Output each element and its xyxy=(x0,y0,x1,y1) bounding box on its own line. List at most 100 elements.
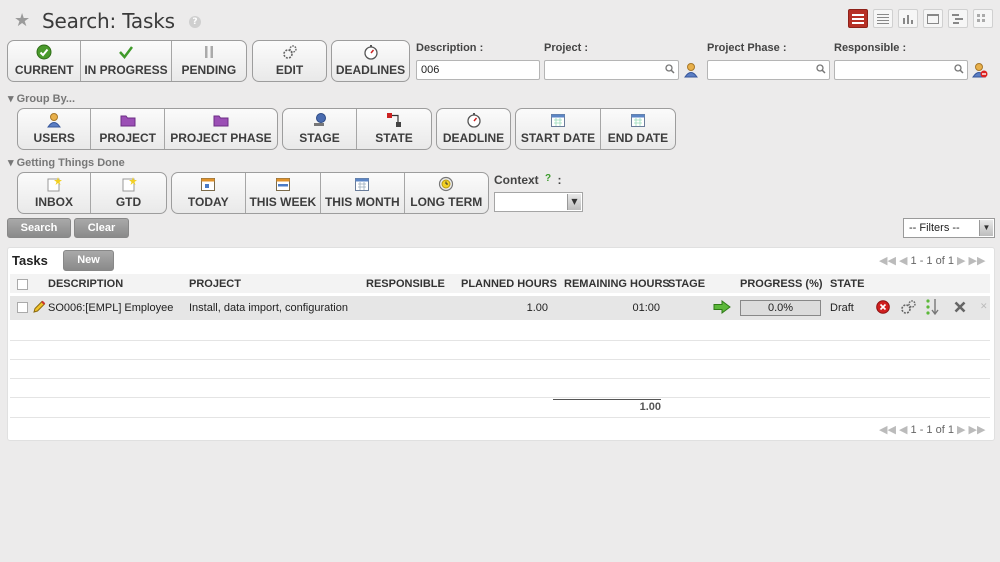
triangle-down-icon: ▾ xyxy=(8,93,17,105)
gtd-group-2: TODAY THIS WEEK THIS MONTH LONG TERM xyxy=(171,172,489,214)
column-planned-hours[interactable]: PLANNED HOURS xyxy=(461,278,557,290)
cancel-circle-icon[interactable] xyxy=(876,300,890,314)
close-icon[interactable] xyxy=(954,301,966,313)
group-by-group-3: DEADLINE xyxy=(436,108,511,150)
next-stage-arrow-icon[interactable] xyxy=(713,300,731,314)
user-avatar-icon[interactable] xyxy=(683,62,699,78)
users-icon xyxy=(47,113,62,128)
gtd-today-button[interactable]: TODAY xyxy=(172,173,246,213)
column-state[interactable]: STATE xyxy=(830,278,864,290)
project-phase-search-icon[interactable] xyxy=(816,64,826,74)
pager-top: ◀◀ ◀ 1 - 1 of 1 ▶ ▶▶ xyxy=(879,254,985,267)
group-by-start-date-button[interactable]: START DATE xyxy=(516,109,601,149)
clear-button[interactable]: Clear xyxy=(74,218,129,238)
pager-text: 1 - 1 of 1 xyxy=(910,255,954,267)
filters-select[interactable]: -- Filters -- ▼ xyxy=(903,218,995,238)
chevron-down-icon[interactable]: ▼ xyxy=(567,194,581,210)
gtd-toggle[interactable]: ▾ Getting Things Done xyxy=(8,156,125,169)
graph-view-button[interactable] xyxy=(898,9,918,28)
total-rule xyxy=(553,399,661,400)
chevron-down-icon[interactable]: ▼ xyxy=(979,220,993,236)
group-by-users-button[interactable]: USERS xyxy=(18,109,92,149)
first-page-icon[interactable]: ◀◀ xyxy=(879,255,896,267)
prev-page-icon[interactable]: ◀ xyxy=(899,424,907,436)
divider xyxy=(10,340,990,341)
search-button[interactable]: Search xyxy=(7,218,71,238)
sort-down-icon[interactable] xyxy=(925,298,942,316)
pager-text: 1 - 1 of 1 xyxy=(910,424,954,436)
calendar-view-button[interactable] xyxy=(923,9,943,28)
row-checkbox[interactable] xyxy=(17,302,28,313)
gtd-inbox-button[interactable]: INBOX xyxy=(18,173,92,213)
form-view-button[interactable] xyxy=(873,9,893,28)
responsible-label: Responsible : xyxy=(834,42,907,54)
gears-icon[interactable] xyxy=(900,299,917,315)
project-phase-label: Project Phase : xyxy=(707,42,787,54)
check-circle-icon xyxy=(36,44,52,60)
user-no-icon[interactable] xyxy=(972,62,988,78)
stamp-icon xyxy=(313,113,326,126)
group-by-end-date-button[interactable]: END DATE xyxy=(601,109,675,149)
select-all-checkbox[interactable] xyxy=(17,279,28,290)
list-view-button[interactable] xyxy=(848,9,868,28)
list-view-icon xyxy=(852,13,864,24)
project-phase-input[interactable] xyxy=(707,60,830,80)
kanban-view-button[interactable] xyxy=(973,9,993,28)
description-input[interactable] xyxy=(416,60,540,80)
help-icon[interactable]: ? xyxy=(189,16,201,28)
group-by-stage-button[interactable]: STAGE xyxy=(283,109,357,149)
filter-in-progress-button[interactable]: IN PROGRESS xyxy=(81,41,172,81)
context-help-icon[interactable]: ? xyxy=(545,173,551,184)
column-project[interactable]: PROJECT xyxy=(189,278,241,290)
pause-icon xyxy=(204,46,213,58)
remove-row-icon[interactable]: ✕ xyxy=(980,302,988,312)
gantt-view-icon xyxy=(952,13,963,24)
column-progress[interactable]: PROGRESS (%) xyxy=(740,278,823,290)
clock-icon xyxy=(439,176,454,192)
responsible-input[interactable] xyxy=(834,60,968,80)
filter-pending-button[interactable]: PENDING xyxy=(172,41,246,81)
filter-current-button[interactable]: CURRENT xyxy=(8,41,82,81)
group-by-project-button[interactable]: PROJECT xyxy=(91,109,165,149)
group-by-deadline-button[interactable]: DEADLINE xyxy=(437,109,510,149)
column-stage[interactable]: STAGE xyxy=(668,278,705,290)
last-page-icon[interactable]: ▶▶ xyxy=(969,424,986,436)
responsible-search-icon[interactable] xyxy=(954,64,964,74)
calendar-view-icon xyxy=(927,13,939,24)
filter-deadlines-button[interactable]: DEADLINES xyxy=(332,41,409,81)
favorite-star-icon[interactable]: ★ xyxy=(14,10,30,32)
folder-icon xyxy=(213,115,229,127)
filter-edit-button[interactable]: EDIT xyxy=(253,41,326,81)
context-select[interactable]: ▼ xyxy=(494,192,583,212)
checkmark-icon xyxy=(119,46,134,59)
project-search-icon[interactable] xyxy=(665,64,675,74)
gantt-view-button[interactable] xyxy=(948,9,968,28)
column-remaining-hours[interactable]: REMAINING HOURS xyxy=(564,278,670,290)
progress-bar: 0.0% xyxy=(740,300,821,316)
last-page-icon[interactable]: ▶▶ xyxy=(969,255,986,267)
edit-filter-group: EDIT xyxy=(252,40,327,82)
next-page-icon[interactable]: ▶ xyxy=(957,424,965,436)
new-button[interactable]: New xyxy=(63,250,114,271)
pencil-edit-icon[interactable] xyxy=(32,300,46,314)
divider xyxy=(10,417,990,418)
group-by-project-phase-button[interactable]: PROJECT PHASE xyxy=(165,109,277,149)
group-by-toggle[interactable]: ▾ Group By... xyxy=(8,92,75,105)
prev-page-icon[interactable]: ◀ xyxy=(899,255,907,267)
group-by-state-button[interactable]: STATE xyxy=(357,109,431,149)
gtd-long-term-button[interactable]: LONG TERM xyxy=(405,173,488,213)
column-description[interactable]: DESCRIPTION xyxy=(48,278,123,290)
stopwatch-icon xyxy=(363,45,378,60)
gtd-gtd-button[interactable]: GTD xyxy=(91,173,166,213)
project-input[interactable] xyxy=(544,60,679,80)
column-responsible[interactable]: RESPONSIBLE xyxy=(366,278,445,290)
first-page-icon[interactable]: ◀◀ xyxy=(879,424,896,436)
workflow-icon xyxy=(387,113,401,127)
gtd-this-week-button[interactable]: THIS WEEK xyxy=(246,173,322,213)
next-page-icon[interactable]: ▶ xyxy=(957,255,965,267)
group-by-group-2: STAGE STATE xyxy=(282,108,432,150)
calendar-icon xyxy=(550,114,565,127)
status-filter-group: CURRENT IN PROGRESS PENDING xyxy=(7,40,247,82)
graph-view-icon xyxy=(903,14,913,24)
gtd-this-month-button[interactable]: THIS MONTH xyxy=(321,173,405,213)
